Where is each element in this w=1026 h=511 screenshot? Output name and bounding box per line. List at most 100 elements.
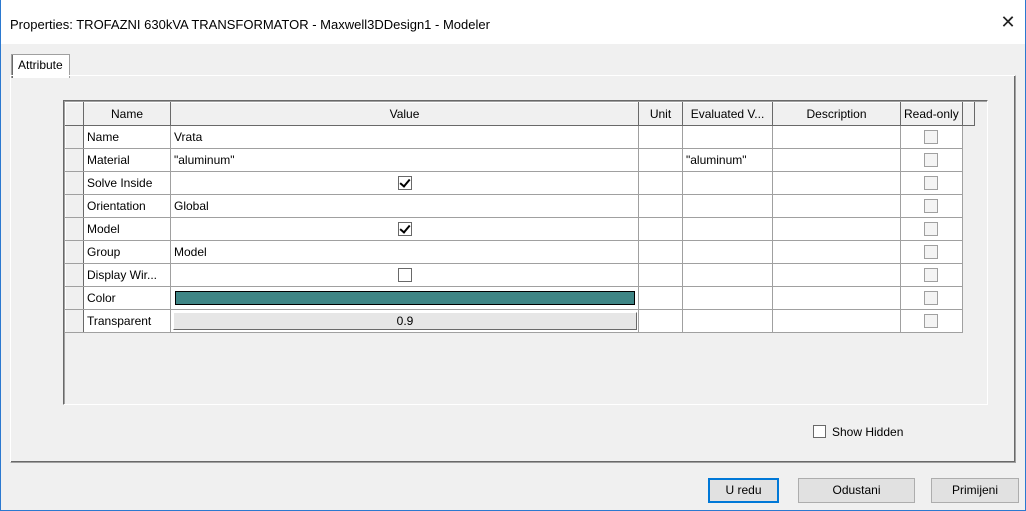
row-header[interactable] [65,240,84,264]
table-row: Orientation Global [65,194,975,218]
property-description[interactable] [772,309,901,333]
color-swatch[interactable] [175,291,635,305]
show-hidden-checkbox[interactable] [813,425,826,438]
property-value-cell [170,263,639,287]
property-name: Orientation [83,194,171,218]
property-grid: Name Value Unit Evaluated V... Descripti… [63,100,988,405]
row-header[interactable] [65,125,84,149]
table-row: Display Wir... [65,263,975,287]
transparency-slider-button[interactable]: 0.9 [173,312,637,330]
property-name: Color [83,286,171,310]
property-table: Name Value Unit Evaluated V... Descripti… [65,102,975,333]
show-hidden-label: Show Hidden [832,425,904,439]
property-description[interactable] [772,286,901,310]
row-header-corner [65,102,84,126]
window-title: Properties: TROFAZNI 630kVA TRANSFORMATO… [10,17,490,32]
property-description[interactable] [772,171,901,195]
property-unit[interactable] [638,125,683,149]
property-evaluated [682,263,773,287]
property-unit[interactable] [638,171,683,195]
property-evaluated [682,125,773,149]
property-unit[interactable] [638,263,683,287]
property-description[interactable] [772,240,901,264]
read-only-cell [900,171,963,195]
display-wireframe-checkbox[interactable] [397,268,412,283]
read-only-checkbox [924,268,939,283]
column-header-filler [961,102,975,126]
row-header[interactable] [65,217,84,241]
read-only-cell [900,240,963,264]
read-only-checkbox [924,153,939,168]
title-bar: Properties: TROFAZNI 630kVA TRANSFORMATO… [1,0,1025,44]
read-only-cell [900,309,963,333]
table-row: Material "aluminum" "aluminum" [65,148,975,172]
property-description[interactable] [772,125,901,149]
table-row: Transparent 0.9 [65,309,975,333]
column-header-read-only[interactable]: Read-only [900,102,963,126]
table-row: Group Model [65,240,975,264]
property-unit[interactable] [638,194,683,218]
property-value-cell: 0.9 [170,309,639,333]
column-header-unit[interactable]: Unit [638,102,683,126]
property-value-input[interactable]: "aluminum" [170,148,639,172]
apply-button[interactable]: Primijeni [931,478,1019,503]
property-evaluated: "aluminum" [682,148,773,172]
read-only-checkbox [924,176,939,191]
read-only-cell [900,217,963,241]
column-header-value[interactable]: Value [170,102,639,126]
column-header-name[interactable]: Name [83,102,171,126]
table-row: Color [65,286,975,310]
property-value-input[interactable]: Model [170,240,639,264]
row-header[interactable] [65,194,84,218]
ok-button[interactable]: U redu [708,478,779,503]
row-header[interactable] [65,263,84,287]
row-header[interactable] [65,148,84,172]
property-description[interactable] [772,148,901,172]
property-description[interactable] [772,217,901,241]
property-name: Material [83,148,171,172]
property-unit[interactable] [638,240,683,264]
column-header-description[interactable]: Description [772,102,901,126]
property-name: Solve Inside [83,171,171,195]
property-value-input[interactable]: Global [170,194,639,218]
property-evaluated [682,171,773,195]
close-icon[interactable]: ✕ [999,13,1017,31]
property-name: Model [83,217,171,241]
read-only-checkbox [924,222,939,237]
property-value-cell [170,217,639,241]
table-header-row: Name Value Unit Evaluated V... Descripti… [65,102,975,126]
show-hidden-option[interactable]: Show Hidden [813,425,903,441]
property-unit[interactable] [638,148,683,172]
property-unit[interactable] [638,217,683,241]
row-header[interactable] [65,286,84,310]
properties-dialog: Properties: TROFAZNI 630kVA TRANSFORMATO… [0,0,1026,511]
table-row: Name Vrata [65,125,975,149]
property-evaluated [682,286,773,310]
read-only-checkbox [924,291,939,306]
property-name: Name [83,125,171,149]
column-header-evaluated[interactable]: Evaluated V... [682,102,773,126]
property-evaluated [682,309,773,333]
property-evaluated [682,217,773,241]
property-description[interactable] [772,194,901,218]
property-evaluated [682,194,773,218]
property-description[interactable] [772,263,901,287]
read-only-cell [900,286,963,310]
read-only-checkbox [924,245,939,260]
property-evaluated [682,240,773,264]
property-unit[interactable] [638,286,683,310]
model-checkbox[interactable] [397,222,412,237]
solve-inside-checkbox[interactable] [397,176,412,191]
read-only-checkbox [924,199,939,214]
property-value-input[interactable]: Vrata [170,125,639,149]
property-name: Transparent [83,309,171,333]
property-unit[interactable] [638,309,683,333]
read-only-cell [900,194,963,218]
property-name: Group [83,240,171,264]
row-header[interactable] [65,171,84,195]
table-row: Model [65,217,975,241]
row-header[interactable] [65,309,84,333]
read-only-checkbox [924,130,939,145]
read-only-cell [900,125,963,149]
cancel-button[interactable]: Odustani [798,478,915,503]
